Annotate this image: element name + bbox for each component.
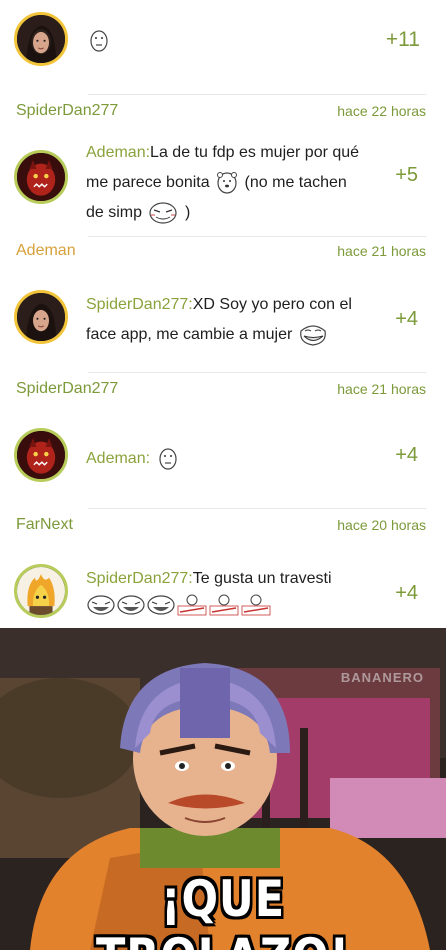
gtfo-face-icon [240, 594, 272, 616]
score-label[interactable]: +4 [395, 308, 418, 331]
gtfo-face-icon [176, 594, 208, 616]
laughing-face-icon [146, 594, 176, 616]
mention-link[interactable]: SpiderDan277: [86, 296, 193, 313]
mention-link[interactable]: Ademan: [86, 450, 150, 467]
comment-body: SpiderDan277:Te gusta un travesti [86, 566, 366, 618]
score-label[interactable]: +4 [395, 582, 418, 605]
comment-body: Ademan: [86, 444, 366, 474]
username-link[interactable]: SpiderDan277 [16, 380, 118, 398]
username-link[interactable]: Ademan [16, 242, 76, 260]
divider [88, 94, 426, 95]
score-label[interactable]: +4 [395, 444, 418, 467]
comment-text: Te gusta un travesti [192, 570, 332, 587]
comment-body: SpiderDan277:XD Soy yo pero con el face … [86, 290, 366, 350]
comment-item: Ademan: +4 [0, 428, 446, 488]
meme-caption: ¡QUE TROLAZO! [96, 870, 349, 950]
comment-item: SpiderDan277:Te gusta un travesti +4 [0, 564, 446, 624]
rage-blush-face-icon [148, 201, 178, 225]
comment-item: +11 [0, 12, 446, 74]
comment-item: SpiderDan277:XD Soy yo pero con el face … [0, 290, 446, 354]
red-demon-avatar[interactable] [14, 150, 68, 204]
troll-face-icon [299, 323, 327, 347]
timestamp: hace 21 horas [337, 381, 426, 397]
divider [88, 236, 426, 237]
comment-meta: SpiderDan277 hace 22 horas [0, 102, 446, 124]
red-demon-avatar[interactable] [14, 428, 68, 482]
meme-image: BANANERO ¡QUE TROLAZO! [0, 628, 446, 950]
comment-body: Ademan:La de tu fdp es mujer por qué me … [86, 138, 366, 228]
comment-text: ) [184, 204, 191, 221]
comment-body [86, 26, 366, 56]
laughing-face-icon [86, 594, 116, 616]
neutral-face-icon [157, 447, 179, 471]
woman-portrait-avatar[interactable] [14, 12, 68, 66]
comment-item: Ademan:La de tu fdp es mujer por qué me … [0, 138, 446, 232]
comment-meta: Ademan hace 21 horas [0, 242, 446, 264]
mention-link[interactable]: SpiderDan277: [86, 570, 193, 587]
username-link[interactable]: FarNext [16, 516, 73, 534]
score-label[interactable]: +5 [395, 164, 418, 187]
flame-head-avatar[interactable] [14, 564, 68, 618]
divider [88, 372, 426, 373]
timestamp: hace 21 horas [337, 243, 426, 259]
timestamp: hace 22 horas [337, 103, 426, 119]
comment-meta: SpiderDan277 hace 21 horas [0, 380, 446, 402]
gtfo-face-icon [208, 594, 240, 616]
timestamp: hace 20 horas [337, 517, 426, 533]
divider [88, 508, 426, 509]
woman-portrait-avatar[interactable] [14, 290, 68, 344]
score-label[interactable]: +11 [386, 28, 420, 52]
watermark-text: BANANERO [340, 670, 424, 685]
username-link[interactable]: SpiderDan277 [16, 102, 118, 120]
pedobear-face-icon [216, 171, 238, 195]
comment-meta: FarNext hace 20 horas [0, 516, 446, 538]
troll-face-neutral-icon [88, 29, 110, 53]
comment-thread: +11 SpiderDan277 hace 22 horas Ademan:La… [0, 0, 446, 628]
mention-link[interactable]: Ademan: [86, 144, 150, 161]
laughing-face-icon [116, 594, 146, 616]
